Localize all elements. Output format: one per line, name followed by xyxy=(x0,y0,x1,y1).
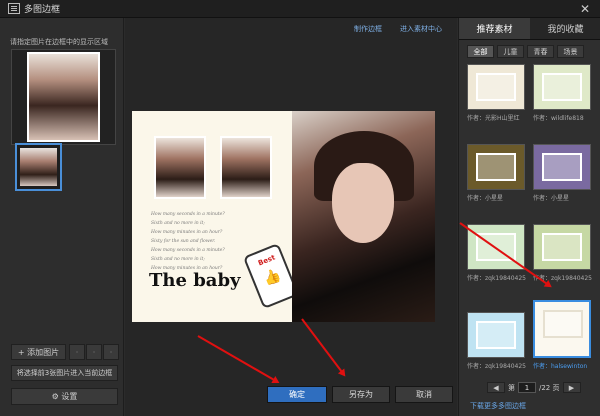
frame-icon xyxy=(543,310,583,338)
poem-line: How many seconds in a minute? xyxy=(151,212,225,217)
material-item[interactable]: 作者：光影H山里红 xyxy=(467,64,527,122)
category-tabs: 全部 儿童 青春 场景 xyxy=(467,45,584,58)
thumbnail-photo xyxy=(20,148,57,186)
material-author: 作者：zqk19840425 xyxy=(467,275,526,282)
material-item-selected[interactable]: 作者：halsewinton xyxy=(533,300,593,370)
baby-title: The baby xyxy=(149,270,241,291)
apply-to-frame-button[interactable]: 将选择前3张图片进入当前边框 xyxy=(11,365,118,381)
download-more-link[interactable]: 下载更多多图边框 xyxy=(470,401,526,411)
poem-line: Sixth and no more in it; xyxy=(151,257,205,262)
move-down-button[interactable]: · xyxy=(86,344,102,360)
material-item[interactable]: 作者：zqk19840425 xyxy=(533,224,593,282)
center-panel: 制作边框 进入素材中心 How many seconds in a minute… xyxy=(125,18,457,416)
material-author: 作者：zqk19840425 xyxy=(467,363,526,370)
frame-left-page: How many seconds in a minute? Sixth and … xyxy=(132,111,300,322)
poem-line: How many minutes in an hour? xyxy=(151,230,223,235)
poem-line: How many seconds in a minute? xyxy=(151,248,225,253)
close-icon[interactable]: ✕ xyxy=(578,2,592,16)
material-item[interactable]: 作者：小星星 xyxy=(467,144,527,202)
frame-icon xyxy=(476,321,516,349)
settings-button[interactable]: ⚙ 设置 xyxy=(11,388,118,405)
material-author: 作者：小星星 xyxy=(533,195,570,202)
tab-favorites[interactable]: 我的收藏 xyxy=(530,18,600,40)
subtab-children[interactable]: 儿童 xyxy=(497,45,524,58)
display-area-hint: 请指定图片在边框中的显示区域 xyxy=(10,38,108,46)
subtab-scene[interactable]: 场景 xyxy=(557,45,584,58)
subtab-youth[interactable]: 青春 xyxy=(527,45,554,58)
material-item[interactable]: 作者：zqk19840425 xyxy=(467,312,527,370)
next-page-button[interactable]: ▶ xyxy=(562,382,581,393)
window-title: 多图边框 xyxy=(24,5,61,15)
material-panel: 推荐素材 我的收藏 全部 儿童 青春 场景 作者：光影H山里红 作者：wildl… xyxy=(458,18,600,416)
material-thumbnail[interactable] xyxy=(533,144,591,190)
material-item[interactable]: 作者：wildlife818 xyxy=(533,64,593,122)
material-thumbnail[interactable] xyxy=(533,64,591,110)
material-thumbnail[interactable] xyxy=(467,64,525,110)
thumbs-up-icon: 👍 xyxy=(261,266,284,289)
make-frame-link[interactable]: 制作边框 xyxy=(354,24,382,34)
frame-icon xyxy=(542,153,582,181)
best-tag-label: Best xyxy=(257,253,277,268)
photo-slot-2[interactable] xyxy=(220,136,272,199)
page-label: 第 xyxy=(508,383,515,392)
material-author: 作者：小星星 xyxy=(467,195,504,202)
poem-line: Sixth and no more in it; xyxy=(151,221,205,226)
material-center-link[interactable]: 进入素材中心 xyxy=(400,24,442,34)
material-thumbnail[interactable] xyxy=(467,144,525,190)
prev-page-button[interactable]: ◀ xyxy=(487,382,505,393)
pagination: ◀ 第 1 /22 页 ▶ xyxy=(487,382,581,393)
tab-recommended[interactable]: 推荐素材 xyxy=(459,18,530,40)
save-as-button[interactable]: 另存为 xyxy=(332,386,390,403)
app-icon xyxy=(8,3,20,14)
material-item[interactable]: 作者：小星星 xyxy=(533,144,593,202)
page-total: /22 页 xyxy=(539,383,560,392)
photo-slot-3[interactable] xyxy=(292,111,435,322)
frame-icon xyxy=(542,233,582,261)
photo-slot-1[interactable] xyxy=(154,136,206,199)
add-image-button[interactable]: + 添加图片 xyxy=(11,344,66,360)
left-panel: 请指定图片在边框中的显示区域 + 添加图片 · · · 将选择前3张图片进入当前… xyxy=(0,18,124,416)
material-tabs: 推荐素材 我的收藏 xyxy=(459,18,600,40)
poem-line: Sixty for the sun and flower. xyxy=(151,239,216,244)
preview-photo[interactable] xyxy=(27,52,100,142)
move-up-button[interactable]: · xyxy=(69,344,85,360)
material-thumbnail[interactable] xyxy=(467,312,525,358)
image-thumbnail[interactable] xyxy=(15,143,62,191)
poem-text: How many seconds in a minute? Sixth and … xyxy=(151,210,225,273)
material-author: 作者：wildlife818 xyxy=(533,115,584,122)
frame-icon xyxy=(476,153,516,181)
material-thumbnail[interactable] xyxy=(533,224,591,270)
material-thumbnail[interactable] xyxy=(533,300,591,358)
page-input[interactable]: 1 xyxy=(518,382,536,393)
delete-image-button[interactable]: · xyxy=(103,344,119,360)
material-author: 作者：光影H山里红 xyxy=(467,115,520,122)
best-tag: Best 👍 xyxy=(242,242,300,310)
frame-icon xyxy=(542,73,582,101)
photo-face xyxy=(332,163,394,243)
subtab-all[interactable]: 全部 xyxy=(467,45,494,58)
cancel-button[interactable]: 取消 xyxy=(395,386,453,403)
frame-icon xyxy=(476,73,516,101)
frame-preview-canvas[interactable]: How many seconds in a minute? Sixth and … xyxy=(132,111,435,322)
material-author: 作者：halsewinton xyxy=(533,363,588,370)
display-area-preview[interactable] xyxy=(11,49,116,145)
confirm-button[interactable]: 确定 xyxy=(267,386,327,403)
title-bar: 多图边框 ✕ xyxy=(0,0,600,18)
